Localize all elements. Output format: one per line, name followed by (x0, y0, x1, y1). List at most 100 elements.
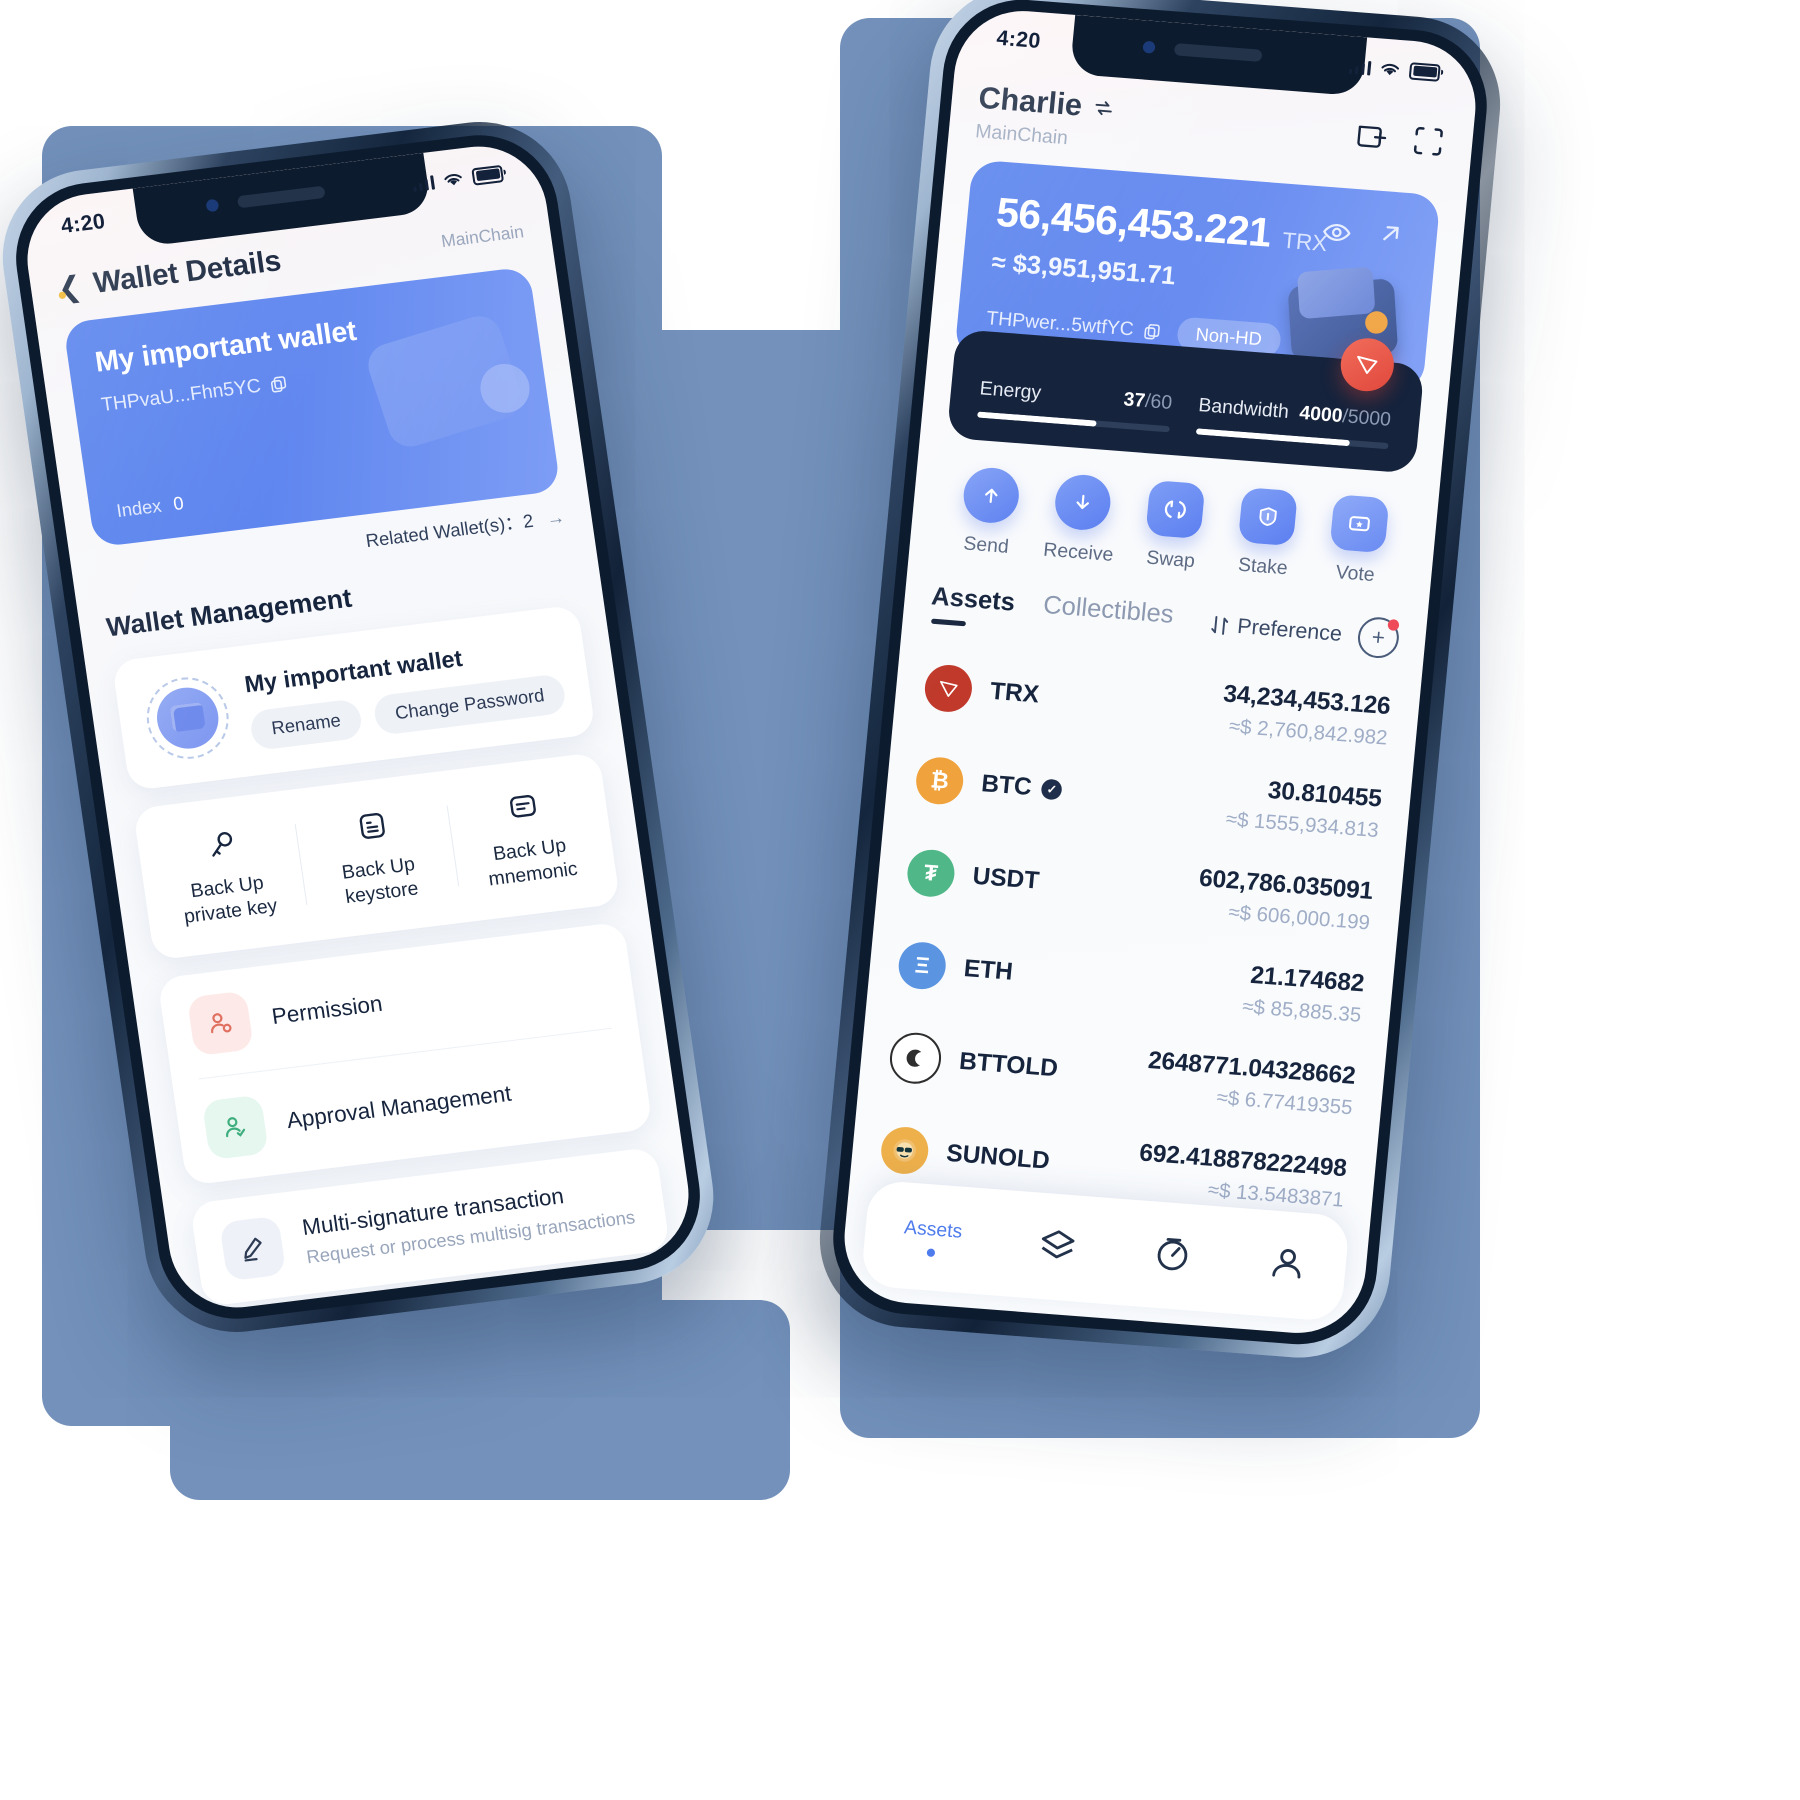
asset-symbol-group: BTC ✓ (980, 769, 1064, 804)
action-vote[interactable]: Vote (1311, 493, 1406, 589)
energy-line: Energy 37/60 (979, 378, 1173, 415)
switch-account-icon[interactable] (1091, 96, 1115, 120)
wallet-home-content: Charlie MainChain 56,456,453.221 TRX ≈ $… (839, 65, 1476, 1338)
asset-symbol: SUNOLD (945, 1138, 1051, 1175)
energy-used: 37 (1122, 389, 1147, 412)
nav-item-explore[interactable] (1151, 1233, 1194, 1280)
permission-user-icon (186, 989, 254, 1056)
nav-item-layers[interactable] (1036, 1224, 1079, 1271)
cellular-signal-icon (411, 174, 436, 192)
btc-coin-icon: ₿ (914, 755, 966, 806)
energy-label: Energy (978, 377, 1043, 404)
preference-button[interactable]: Preference (1210, 613, 1343, 647)
account-name: Charlie (977, 81, 1084, 123)
energy-progress-track (977, 411, 1170, 433)
profile-icon (1272, 1248, 1301, 1279)
action-swap[interactable]: Swap (1126, 479, 1221, 575)
scan-qr-icon[interactable] (1409, 123, 1447, 160)
screenshot-stage: 4:20 ❮ Wallet Details MainChain My impor… (0, 0, 1800, 1800)
wallet-address: THPvaU...Fhn5YC (99, 375, 263, 417)
asset-amount: 30.810455 (1266, 776, 1383, 813)
nav-item-assets[interactable]: Assets (902, 1217, 963, 1259)
page-title: Wallet Details (91, 244, 284, 300)
asset-usd: ≈$ 2,760,842.982 (1228, 715, 1389, 750)
keystore-file-icon (300, 796, 445, 855)
action-label-vote: Vote (1334, 561, 1376, 587)
resource-bar: Energy 37/60 Bandwidth 4000/5000 (946, 329, 1425, 474)
bandwidth-progress-track (1195, 428, 1389, 450)
add-wallet-icon[interactable] (1353, 118, 1391, 155)
battery-icon (471, 164, 505, 186)
menu-text-multisig: Multi-signature transaction Request or p… (301, 1175, 637, 1269)
asset-values: 34,234,453.126 ≈$ 2,760,842.982 (1219, 680, 1391, 751)
swap-icon (1145, 479, 1206, 540)
asset-symbol: USDT (971, 861, 1041, 895)
permissions-card: Permission Approval Management (157, 921, 653, 1186)
energy-value: 37/60 (1123, 389, 1173, 415)
nav-item-profile[interactable] (1266, 1242, 1309, 1289)
wifi-icon (444, 173, 462, 185)
tab-assets[interactable]: Assets (929, 582, 1016, 630)
assets-tools: Preference + (1209, 604, 1401, 660)
cellular-signal-icon (1348, 58, 1372, 75)
backup-private-key-button[interactable]: Back Up private key (142, 814, 308, 933)
wallet-index: Index 0 (115, 493, 185, 522)
backup-mnemonic-button[interactable]: Back Up mnemonic (445, 777, 611, 896)
backup-private-key-label: Back Up private key (182, 872, 279, 928)
rename-button[interactable]: Rename (248, 697, 364, 751)
add-token-icon[interactable]: + (1356, 615, 1401, 660)
backup-keystore-button[interactable]: Back Up keystore (294, 795, 460, 914)
asset-symbol: TRX (988, 676, 1041, 709)
wifi-icon (1381, 63, 1400, 75)
action-label-swap: Swap (1145, 547, 1196, 573)
screen-wallet-home: 4:20 Charlie MainChain 56,456,453.221 TR… (838, 6, 1482, 1338)
quick-actions: Send Receive Swap Stake Vote (936, 464, 1412, 589)
balance-amount: 56,456,453.221 (994, 190, 1273, 256)
shield-icon (1237, 487, 1298, 547)
copy-icon[interactable] (1142, 321, 1162, 341)
assets-list: TRX 34,234,453.126 ≈$ 2,760,842.982 ₿ BT… (875, 640, 1395, 1230)
ticket-icon (1329, 494, 1390, 554)
account-name-row[interactable]: Charlie (977, 81, 1116, 126)
wallet-card-artwork (352, 308, 544, 480)
action-send[interactable]: Send (942, 465, 1037, 561)
asset-symbol: BTC (980, 769, 1033, 801)
resource-bandwidth[interactable]: Bandwidth 4000/5000 (1195, 395, 1392, 450)
menu-text-permission: Permission (270, 990, 384, 1030)
action-receive[interactable]: Receive (1034, 472, 1129, 568)
assets-tabs: Assets Collectibles (929, 582, 1175, 642)
layers-icon (1041, 1229, 1075, 1258)
action-stake[interactable]: Stake (1218, 486, 1313, 582)
backup-options: Back Up private key Back Up keystore Bac… (133, 752, 621, 960)
bandwidth-value: 4000/5000 (1298, 403, 1391, 432)
approval-check-user-icon (201, 1093, 269, 1160)
battery-icon (1408, 61, 1441, 82)
bandwidth-total: /5000 (1341, 405, 1392, 431)
change-password-button[interactable]: Change Password (372, 672, 568, 736)
account-block[interactable]: Charlie MainChain (974, 81, 1116, 153)
action-label-send: Send (962, 533, 1010, 558)
menu-title-permission: Permission (270, 989, 384, 1029)
asset-usd: ≈$ 1555,934.813 (1224, 808, 1380, 843)
arrow-up-right-icon[interactable] (1377, 219, 1406, 247)
asset-identity: BTTOLD (887, 1030, 1061, 1094)
status-indicators-right (1348, 57, 1441, 82)
pencil-icon (219, 1215, 287, 1281)
arrow-down-icon (1053, 472, 1114, 532)
arrow-right-icon: → (545, 506, 567, 530)
asset-identity: Ξ ETH (896, 940, 1015, 995)
verified-badge-icon: ✓ (1040, 778, 1064, 800)
eye-icon[interactable] (1321, 217, 1352, 248)
eth-coin-icon: Ξ (896, 940, 948, 991)
resource-energy[interactable]: Energy 37/60 (977, 378, 1173, 433)
mnemonic-doc-icon (451, 778, 596, 837)
asset-values: 30.810455 ≈$ 1555,934.813 (1225, 774, 1383, 844)
tab-collectibles[interactable]: Collectibles (1041, 591, 1175, 643)
backup-card: Back Up private key Back Up keystore Bac… (132, 751, 621, 961)
copy-icon[interactable] (269, 374, 290, 394)
preference-label: Preference (1236, 614, 1343, 647)
action-label-receive: Receive (1042, 539, 1115, 567)
wallet-identity-info: My important wallet Rename Change Passwo… (243, 632, 568, 751)
status-indicators-left (411, 164, 505, 192)
wallet-summary-card[interactable]: My important wallet THPvaU...Fhn5YC Inde… (62, 266, 561, 548)
